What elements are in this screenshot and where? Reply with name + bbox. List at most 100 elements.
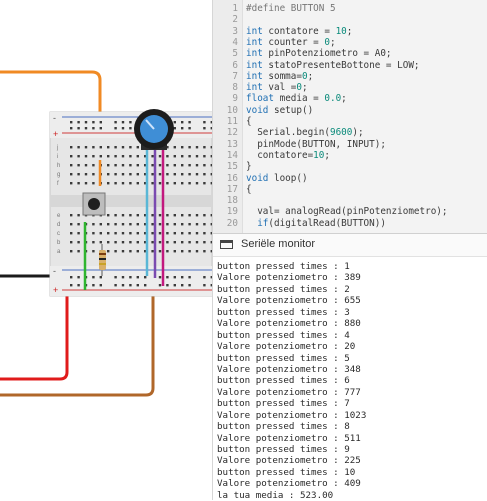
breadboard-hole[interactable]: [173, 223, 176, 226]
breadboard-hole[interactable]: [158, 155, 162, 158]
breadboard-hole[interactable]: [195, 164, 199, 167]
breadboard-hole[interactable]: [129, 155, 132, 158]
breadboard-hole[interactable]: [151, 241, 154, 244]
breadboard-hole[interactable]: [129, 223, 132, 226]
breadboard-hole[interactable]: [121, 284, 125, 287]
breadboard-hole[interactable]: [203, 214, 206, 217]
breadboard-hole[interactable]: [107, 146, 110, 149]
breadboard-hole[interactable]: [70, 214, 73, 217]
breadboard-hole[interactable]: [70, 276, 73, 279]
breadboard-hole[interactable]: [99, 232, 102, 235]
breadboard-hole[interactable]: [107, 241, 110, 244]
breadboard-hole[interactable]: [121, 127, 125, 130]
breadboard-hole[interactable]: [188, 121, 191, 124]
breadboard-hole[interactable]: [195, 241, 199, 244]
breadboard-hole[interactable]: [114, 241, 117, 244]
breadboard-hole[interactable]: [70, 155, 73, 158]
breadboard-hole[interactable]: [188, 223, 191, 226]
breadboard-hole[interactable]: [129, 276, 132, 279]
breadboard-hole[interactable]: [84, 127, 88, 130]
code-line[interactable]: 11 {: [213, 116, 487, 127]
breadboard-hole[interactable]: [114, 127, 117, 130]
breadboard-hole[interactable]: [173, 284, 176, 287]
breadboard-hole[interactable]: [114, 121, 117, 124]
breadboard-hole[interactable]: [181, 223, 184, 226]
breadboard-hole[interactable]: [203, 250, 206, 253]
circuit-canvas[interactable]: jihgfedcba - + - +: [0, 0, 212, 500]
breadboard-hole[interactable]: [121, 173, 125, 176]
breadboard-hole[interactable]: [188, 214, 191, 217]
breadboard-hole[interactable]: [203, 127, 206, 130]
breadboard-hole[interactable]: [129, 146, 132, 149]
code-line[interactable]: 14 contatore=10;: [213, 150, 487, 161]
breadboard-hole[interactable]: [158, 241, 162, 244]
breadboard-hole[interactable]: [136, 223, 139, 226]
code-line[interactable]: 9 float media = 0.0;: [213, 93, 487, 104]
breadboard-hole[interactable]: [70, 241, 73, 244]
breadboard-hole[interactable]: [188, 164, 191, 167]
breadboard-hole[interactable]: [203, 164, 206, 167]
breadboard-hole[interactable]: [114, 250, 117, 253]
breadboard-hole[interactable]: [70, 127, 73, 130]
breadboard-hole[interactable]: [70, 250, 73, 253]
breadboard-hole[interactable]: [136, 232, 139, 235]
breadboard-hole[interactable]: [166, 173, 169, 176]
breadboard-hole[interactable]: [70, 223, 73, 226]
code-line[interactable]: 6 int statoPresenteBottone = LOW;: [213, 60, 487, 71]
breadboard-hole[interactable]: [129, 214, 132, 217]
breadboard-hole[interactable]: [121, 276, 125, 279]
breadboard-hole[interactable]: [181, 173, 184, 176]
code-line[interactable]: 15}: [213, 161, 487, 172]
breadboard-hole[interactable]: [77, 155, 80, 158]
breadboard-hole[interactable]: [173, 155, 176, 158]
breadboard-hole[interactable]: [151, 182, 154, 185]
breadboard-hole[interactable]: [173, 250, 176, 253]
breadboard-hole[interactable]: [195, 250, 199, 253]
breadboard-hole[interactable]: [173, 164, 176, 167]
code-line[interactable]: 10 void setup(): [213, 105, 487, 116]
breadboard-hole[interactable]: [136, 173, 139, 176]
breadboard-hole[interactable]: [188, 276, 191, 279]
breadboard-hole[interactable]: [114, 155, 117, 158]
breadboard-hole[interactable]: [181, 284, 184, 287]
breadboard-hole[interactable]: [158, 284, 162, 287]
breadboard-hole[interactable]: [107, 232, 110, 235]
breadboard-hole[interactable]: [107, 182, 110, 185]
circuit-diagram[interactable]: jihgfedcba - + - +: [0, 0, 212, 500]
breadboard-hole[interactable]: [173, 182, 176, 185]
breadboard-hole[interactable]: [203, 121, 206, 124]
breadboard-hole[interactable]: [166, 232, 169, 235]
breadboard-hole[interactable]: [181, 146, 184, 149]
breadboard-hole[interactable]: [92, 250, 95, 253]
breadboard-hole[interactable]: [181, 121, 184, 124]
breadboard-hole[interactable]: [77, 182, 80, 185]
breadboard-hole[interactable]: [114, 173, 117, 176]
breadboard-hole[interactable]: [129, 250, 132, 253]
breadboard-hole[interactable]: [99, 121, 102, 124]
breadboard-hole[interactable]: [166, 155, 169, 158]
breadboard-hole[interactable]: [92, 182, 95, 185]
code-line[interactable]: 12 Serial.begin(9600);: [213, 127, 487, 138]
breadboard-hole[interactable]: [114, 214, 117, 217]
breadboard-hole[interactable]: [77, 223, 80, 226]
breadboard-hole[interactable]: [92, 173, 95, 176]
breadboard-hole[interactable]: [121, 164, 125, 167]
breadboard-hole[interactable]: [158, 276, 162, 279]
breadboard-hole[interactable]: [158, 250, 162, 253]
breadboard-hole[interactable]: [99, 284, 102, 287]
breadboard-hole[interactable]: [77, 164, 80, 167]
breadboard-hole[interactable]: [92, 284, 95, 287]
breadboard-hole[interactable]: [107, 164, 110, 167]
breadboard-hole[interactable]: [77, 276, 80, 279]
breadboard-hole[interactable]: [173, 276, 176, 279]
breadboard-hole[interactable]: [121, 250, 125, 253]
breadboard-hole[interactable]: [99, 241, 102, 244]
breadboard-hole[interactable]: [136, 250, 139, 253]
breadboard-hole[interactable]: [136, 241, 139, 244]
breadboard-hole[interactable]: [181, 164, 184, 167]
breadboard-hole[interactable]: [166, 214, 169, 217]
breadboard-hole[interactable]: [166, 276, 169, 279]
code-line[interactable]: 7 int somma=0;: [213, 71, 487, 82]
breadboard-hole[interactable]: [203, 223, 206, 226]
breadboard-hole[interactable]: [181, 241, 184, 244]
